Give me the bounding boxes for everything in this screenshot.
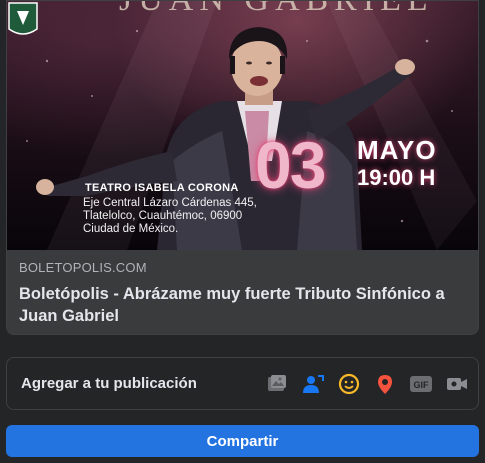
link-title[interactable]: Boletópolis - Abrázame muy fuerte Tribut… <box>19 283 466 327</box>
link-domain: BOLETOPOLIS.COM <box>19 260 147 275</box>
add-to-post-icons: GIF <box>266 373 468 395</box>
venue-address: Eje Central Lázaro Cárdenas 445, Tlatelo… <box>83 197 257 235</box>
tag-people-icon[interactable] <box>302 373 324 395</box>
add-to-post-bar: Agregar a tu publicación GIF <box>6 357 479 410</box>
event-time: 19:00 H <box>357 165 436 190</box>
live-video-icon[interactable] <box>446 373 468 395</box>
share-button[interactable]: Compartir <box>6 425 479 457</box>
banner-top-text: JUAN GABRIEL <box>119 1 434 19</box>
svg-text:GIF: GIF <box>414 380 430 390</box>
link-preview-meta[interactable]: BOLETOPOLIS.COM Boletópolis - Abrázame m… <box>7 250 478 334</box>
link-preview-card[interactable]: JUAN GABRIEL 03 MAYO 19:00 H TEATRO ISAB… <box>6 0 479 335</box>
add-to-post-label: Agregar a tu publicación <box>21 375 197 392</box>
event-month: MAYO <box>357 135 437 165</box>
event-day: 03 <box>255 128 326 202</box>
feeling-icon[interactable] <box>338 373 360 395</box>
link-preview-image[interactable]: JUAN GABRIEL 03 MAYO 19:00 H TEATRO ISAB… <box>7 1 478 250</box>
check-in-icon[interactable] <box>374 373 396 395</box>
photo-video-icon[interactable] <box>266 373 288 395</box>
gif-icon[interactable]: GIF <box>410 373 432 395</box>
venue-name: TEATRO ISABELA CORONA <box>85 182 239 194</box>
venue-logo-icon <box>8 2 38 35</box>
